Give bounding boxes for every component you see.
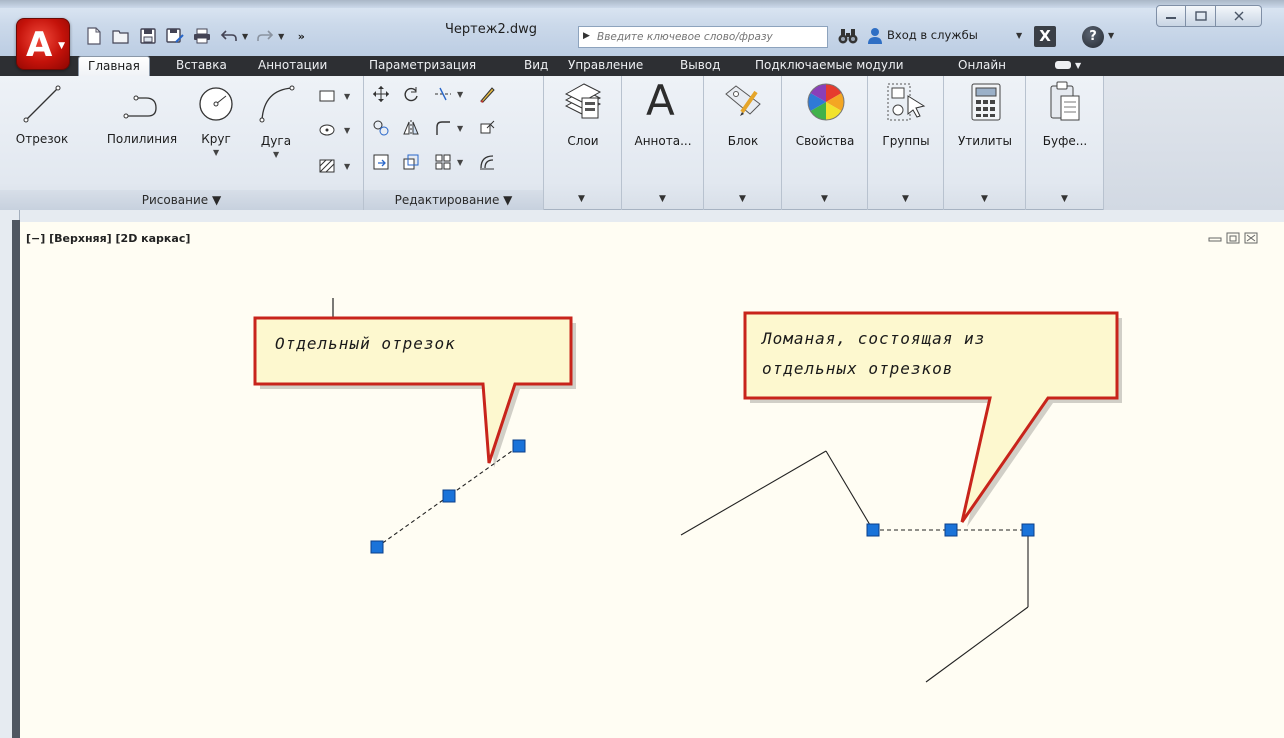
grip-point[interactable]	[866, 523, 880, 537]
grip-point[interactable]	[1021, 523, 1035, 537]
callout-right-line-1: Ломаная, состоящая из	[762, 329, 986, 348]
grip-point[interactable]	[442, 489, 456, 503]
drawing-geometry	[253, 298, 1122, 683]
polyline-segment-2[interactable]	[825, 450, 874, 531]
autocad-logo-icon: A	[26, 25, 53, 65]
callout-right-line-2: отдельных отрезков	[762, 359, 954, 378]
grip-point[interactable]	[370, 540, 384, 554]
grip-point[interactable]	[944, 523, 958, 537]
chevron-down-icon: ▼	[58, 41, 65, 51]
polyline-segment-5[interactable]	[925, 606, 1029, 683]
callout-left-text: Отдельный отрезок	[275, 334, 456, 353]
polyline-segment-1[interactable]	[680, 450, 827, 536]
grip-point[interactable]	[512, 439, 526, 453]
application-menu-button[interactable]: A ▼	[16, 18, 70, 70]
